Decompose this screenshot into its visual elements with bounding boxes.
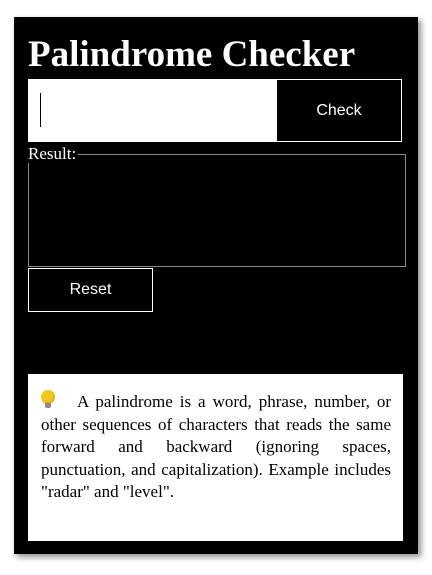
info-text: A palindrome is a word, phrase, number, … <box>41 392 391 501</box>
result-label: Result: <box>28 144 79 163</box>
result-box <box>28 154 406 267</box>
text-input[interactable] <box>28 79 276 142</box>
check-button[interactable]: Check <box>276 79 402 142</box>
input-row: Check <box>28 79 402 142</box>
info-paragraph: A palindrome is a word, phrase, number, … <box>41 390 391 504</box>
lightbulb-icon <box>41 390 55 410</box>
text-cursor <box>40 93 41 127</box>
palindrome-card: Palindrome Checker Check Result: Reset A… <box>14 17 418 554</box>
info-box: A palindrome is a word, phrase, number, … <box>28 374 403 541</box>
page-title: Palindrome Checker <box>28 34 356 75</box>
reset-button[interactable]: Reset <box>28 268 153 312</box>
